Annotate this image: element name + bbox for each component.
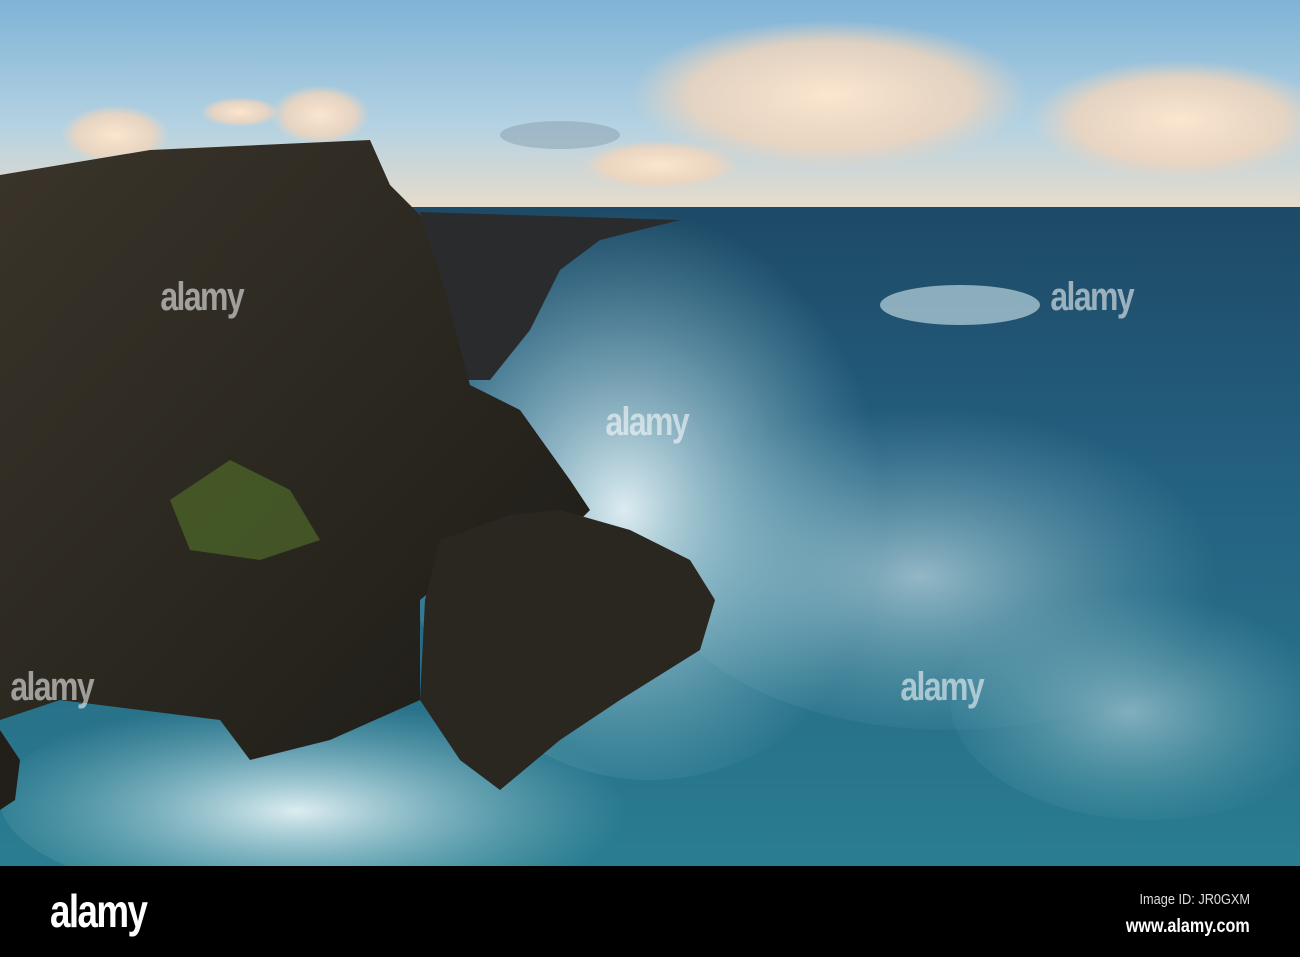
website-link: www.alamy.com (1126, 916, 1250, 937)
image-id: Image ID: JR0GXM (1139, 891, 1250, 908)
watermark: alamy (900, 665, 984, 709)
watermark: alamy (1050, 275, 1134, 319)
alamy-logo: alamy (50, 885, 148, 937)
watermark: alamy (10, 665, 94, 709)
stock-photo: alamy alamy alamy alamy alamy alamy Imag… (0, 0, 1300, 957)
footer-bar: alamy Image ID: JR0GXM www.alamy.com (0, 866, 1300, 957)
watermark: alamy (605, 400, 689, 444)
watermark: alamy (160, 275, 244, 319)
